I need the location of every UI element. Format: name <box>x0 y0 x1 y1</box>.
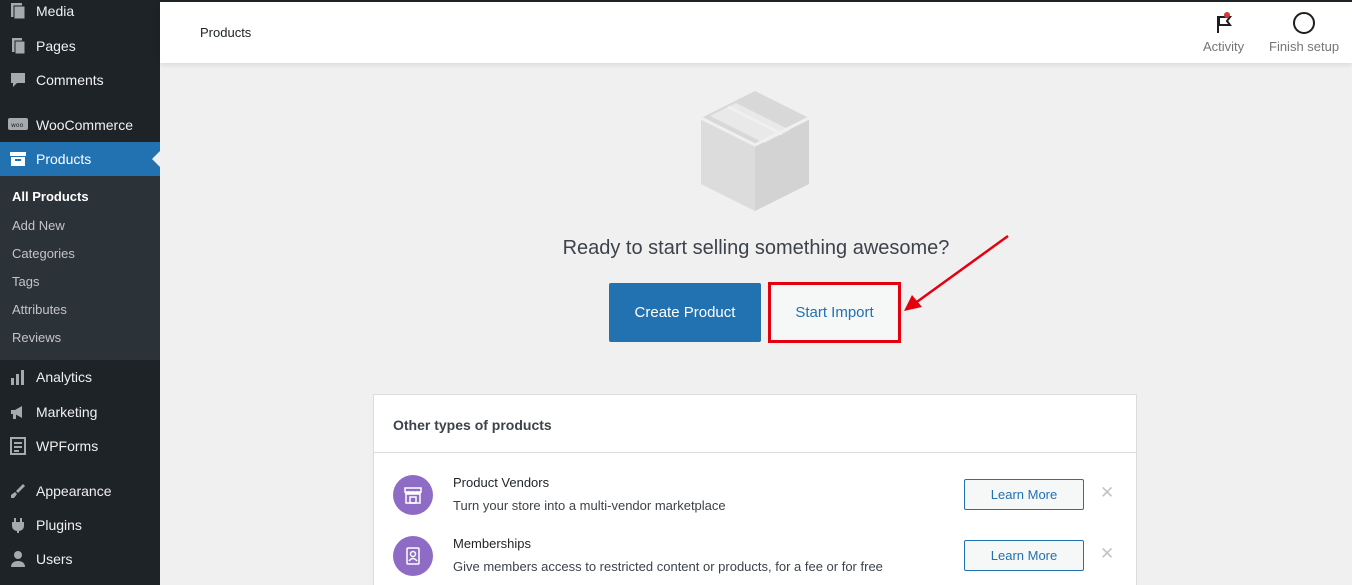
submenu-tags[interactable]: Tags <box>12 272 39 292</box>
storefront-icon <box>393 475 433 515</box>
sidebar-item-woocommerce[interactable]: woo WooCommerce <box>0 108 160 142</box>
other-product-types-panel: Other types of products Product Vendors … <box>373 394 1137 585</box>
products-submenu: All Products Add New Categories Tags Att… <box>0 176 160 360</box>
woocommerce-icon: woo <box>8 115 28 135</box>
plugins-icon <box>8 515 28 535</box>
sidebar-item-label: Marketing <box>36 404 98 420</box>
extension-description: Turn your store into a multi-vendor mark… <box>453 498 726 513</box>
submenu-add-new[interactable]: Add New <box>12 216 65 236</box>
sidebar-item-appearance[interactable]: Appearance <box>0 474 160 508</box>
comments-icon <box>8 70 28 90</box>
start-import-button[interactable]: Start Import <box>770 284 899 341</box>
activity-button[interactable]: Activity <box>1203 10 1244 54</box>
sidebar-item-media[interactable]: Media <box>0 0 160 28</box>
sidebar-item-label: Appearance <box>36 483 112 499</box>
panel-header: Other types of products <box>374 395 1136 453</box>
pages-icon <box>8 36 28 56</box>
sidebar-item-label: Users <box>36 551 73 567</box>
finish-setup-label: Finish setup <box>1269 39 1340 54</box>
sidebar-item-label: Media <box>36 3 75 19</box>
activity-label: Activity <box>1203 39 1245 54</box>
sidebar-item-plugins[interactable]: Plugins <box>0 508 160 542</box>
learn-more-button[interactable]: Learn More <box>964 540 1084 571</box>
sidebar-item-wpforms[interactable]: WPForms <box>0 429 160 463</box>
sidebar-item-products[interactable]: Products <box>0 142 160 176</box>
list-item: Product Vendors Turn your store into a m… <box>374 475 1136 535</box>
sidebar-item-label: Products <box>36 151 92 167</box>
sidebar-item-label: Plugins <box>36 517 82 533</box>
sidebar-item-users[interactable]: Users <box>0 542 160 576</box>
analytics-icon <box>8 367 28 387</box>
sidebar-item-analytics[interactable]: Analytics <box>0 360 160 394</box>
create-product-button[interactable]: Create Product <box>609 283 761 342</box>
sidebar-item-marketing[interactable]: Marketing <box>0 395 160 429</box>
admin-sidebar: Media Pages Comments woo WooCommerce Pro… <box>0 0 160 585</box>
member-badge-icon <box>393 536 433 576</box>
list-item: Memberships Give members access to restr… <box>374 536 1136 585</box>
marketing-icon <box>8 402 28 422</box>
dismiss-icon[interactable]: ✕ <box>1100 545 1114 562</box>
dismiss-icon[interactable]: ✕ <box>1100 484 1114 501</box>
sidebar-item-label: Pages <box>36 38 76 54</box>
finish-setup-button[interactable]: Finish setup <box>1269 10 1339 54</box>
wpforms-icon <box>8 436 28 456</box>
svg-text:woo: woo <box>11 122 24 129</box>
extension-title: Memberships <box>453 536 532 551</box>
extension-title: Product Vendors <box>453 475 550 490</box>
sidebar-item-pages[interactable]: Pages <box>0 29 160 63</box>
users-icon <box>8 549 28 569</box>
empty-state-headline: Ready to start selling something awesome… <box>562 237 950 259</box>
sidebar-item-label: WooCommerce <box>36 117 133 133</box>
sidebar-item-label: Comments <box>36 72 104 88</box>
flag-icon <box>1213 10 1235 36</box>
submenu-attributes[interactable]: Attributes <box>12 300 67 320</box>
submenu-categories[interactable]: Categories <box>12 244 75 264</box>
appearance-icon <box>8 481 28 501</box>
learn-more-button[interactable]: Learn More <box>964 479 1084 510</box>
products-icon <box>8 149 28 169</box>
submenu-reviews[interactable]: Reviews <box>12 328 61 348</box>
empty-box-illustration <box>698 88 812 219</box>
page-title: Products <box>200 25 252 40</box>
sidebar-item-label: Analytics <box>36 369 93 385</box>
sidebar-item-comments[interactable]: Comments <box>0 63 160 97</box>
submenu-all-products[interactable]: All Products <box>12 187 89 207</box>
panel-title: Other types of products <box>393 417 552 433</box>
media-icon <box>8 1 28 21</box>
annotation-arrow <box>904 234 1009 311</box>
page-header: Products Activity Finish setup <box>160 0 1352 63</box>
extension-description: Give members access to restricted conten… <box>453 559 883 574</box>
progress-ring-icon <box>1292 10 1316 36</box>
sidebar-item-label: WPForms <box>36 438 99 454</box>
